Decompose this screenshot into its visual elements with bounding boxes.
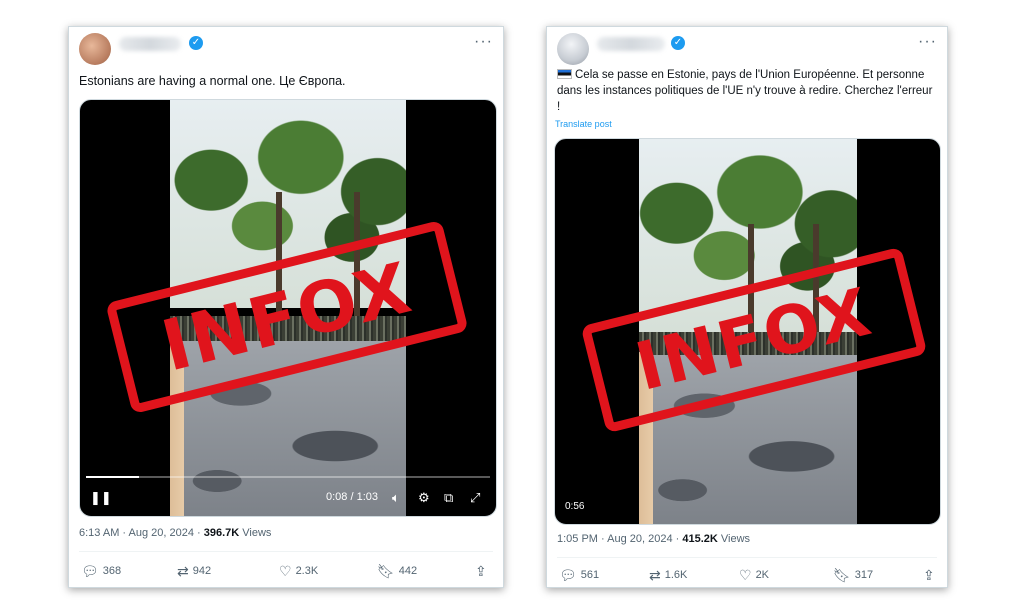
repost-count: 1.6K bbox=[664, 569, 688, 581]
post-header: ✓ ··· bbox=[79, 33, 493, 73]
views-count: 415.2K bbox=[682, 533, 718, 545]
pause-icon[interactable]: ❚❚ bbox=[90, 490, 112, 506]
reply-count: 561 bbox=[580, 569, 600, 581]
action-bar: 💬︎ 368 ⇄ 942 ♡ 2.3K 🔖︎ 442 ⇪ bbox=[79, 563, 493, 583]
translate-post-link[interactable]: Translate post bbox=[555, 119, 612, 129]
like-icon: ♡ bbox=[279, 563, 292, 579]
reply-button[interactable]: 💬︎ 561 bbox=[559, 567, 599, 584]
repost-icon: ⇄ bbox=[177, 563, 189, 579]
avatar[interactable] bbox=[557, 33, 589, 65]
share-icon: ⇪ bbox=[475, 563, 487, 579]
verified-icon: ✓ bbox=[189, 36, 203, 50]
bookmark-button[interactable]: 🔖︎ 317 bbox=[833, 567, 873, 584]
video-controls: ❚❚ 0:08 / 1:03 🔈︎ ⚙ ⧉ ⤢ bbox=[80, 472, 496, 516]
post-card: ✓ ··· Estonians are having a normal one.… bbox=[68, 26, 504, 588]
repost-count: 942 bbox=[192, 565, 212, 577]
like-button[interactable]: ♡ 2K bbox=[739, 567, 769, 584]
post-time: 6:13 AM · Aug 20, 2024 · bbox=[79, 527, 204, 539]
views-label: Views bbox=[239, 527, 272, 539]
repost-button[interactable]: ⇄ 1.6K bbox=[649, 567, 687, 584]
settings-icon[interactable]: ⚙ bbox=[418, 490, 430, 506]
more-icon[interactable]: ··· bbox=[474, 33, 493, 51]
reply-icon: 💬︎ bbox=[81, 563, 99, 579]
views-count: 396.7K bbox=[203, 527, 240, 539]
divider bbox=[79, 551, 493, 552]
bookmark-icon: 🔖︎ bbox=[833, 567, 851, 583]
post-timestamp[interactable]: 6:13 AM · Aug 20, 2024 · 396.7K Views bbox=[79, 527, 271, 539]
share-icon: ⇪ bbox=[923, 567, 935, 583]
bookmark-count: 317 bbox=[854, 569, 874, 581]
bookmark-count: 442 bbox=[398, 565, 418, 577]
fullscreen-icon[interactable]: ⤢ bbox=[470, 490, 480, 506]
video-duration: 1:03 bbox=[356, 491, 379, 503]
avatar[interactable] bbox=[79, 33, 111, 65]
post-timestamp[interactable]: 1:05 PM · Aug 20, 2024 · 415.2K Views bbox=[557, 533, 750, 545]
video-player[interactable]: INFOX 0:56 bbox=[554, 138, 941, 525]
pip-icon[interactable]: ⧉ bbox=[444, 490, 453, 506]
video-time: 0:08 / 1:03 bbox=[326, 491, 379, 503]
action-bar: 💬︎ 561 ⇄ 1.6K ♡ 2K 🔖︎ 317 ⇪ bbox=[557, 567, 937, 587]
share-button[interactable]: ⇪ bbox=[923, 567, 939, 584]
post-card: ✓ ··· Cela se passe en Estonie, pays de … bbox=[546, 26, 948, 588]
blurred-username[interactable] bbox=[597, 37, 665, 51]
post-text-body: Cela se passe en Estonie, pays de l'Unio… bbox=[557, 69, 933, 113]
reply-button[interactable]: 💬︎ 368 bbox=[81, 563, 121, 580]
reply-icon: 💬︎ bbox=[559, 567, 577, 583]
video-player[interactable]: INFOX ❚❚ 0:08 / 1:03 🔈︎ ⚙ ⧉ ⤢ bbox=[79, 99, 497, 517]
like-count: 2.3K bbox=[295, 565, 319, 577]
estonia-flag-icon bbox=[557, 69, 572, 79]
video-duration: 0:56 bbox=[565, 501, 585, 512]
post-text: Estonians are having a normal one. Це Єв… bbox=[79, 74, 346, 88]
video-progress-bar[interactable] bbox=[86, 476, 490, 478]
video-elapsed: 0:08 bbox=[326, 491, 348, 503]
post-time: 1:05 PM · Aug 20, 2024 · bbox=[557, 533, 683, 545]
reply-count: 368 bbox=[102, 565, 122, 577]
like-count: 2K bbox=[755, 569, 770, 581]
verified-icon: ✓ bbox=[671, 36, 685, 50]
repost-icon: ⇄ bbox=[649, 567, 661, 583]
repost-button[interactable]: ⇄ 942 bbox=[177, 563, 211, 580]
blurred-username[interactable] bbox=[119, 37, 181, 51]
views-label: Views bbox=[717, 533, 751, 545]
more-icon[interactable]: ··· bbox=[918, 33, 937, 51]
like-button[interactable]: ♡ 2.3K bbox=[279, 563, 318, 580]
divider bbox=[557, 557, 937, 558]
volume-icon[interactable]: 🔈︎ bbox=[392, 490, 400, 506]
like-icon: ♡ bbox=[739, 567, 752, 583]
bookmark-icon: 🔖︎ bbox=[377, 563, 395, 579]
share-button[interactable]: ⇪ bbox=[475, 563, 491, 580]
post-text: Cela se passe en Estonie, pays de l'Unio… bbox=[557, 67, 935, 115]
bookmark-button[interactable]: 🔖︎ 442 bbox=[377, 563, 417, 580]
